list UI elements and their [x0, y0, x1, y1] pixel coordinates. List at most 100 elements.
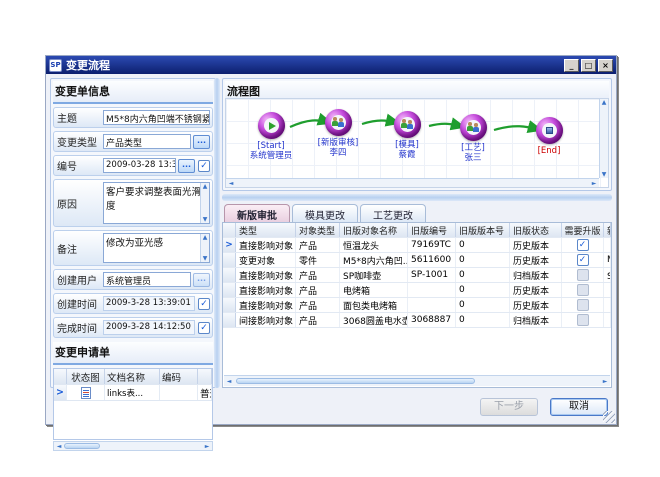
finish-time-input[interactable]: 2009-3-28 14:12:50 — [103, 320, 195, 335]
old-name-cell: M5*8内六角凹... — [340, 253, 408, 267]
grid-row[interactable]: 直接影响对象 产品 电烤箱 0 历史版本 — [223, 283, 611, 298]
task-node-icon — [394, 111, 421, 138]
vertical-splitter[interactable] — [214, 78, 220, 388]
upgrade-checkbox[interactable] — [577, 284, 589, 296]
scroll-up-icon[interactable]: ▲ — [203, 234, 208, 241]
window-body: 变更单信息 主题 M5*8内六角凹端不锈钢紧固螺钉 变更类型 产品类型 ... … — [46, 74, 616, 424]
new-name-cell — [604, 298, 611, 312]
grid-hscrollbar[interactable]: ◄ ► — [224, 375, 610, 386]
flow-node-craft[interactable]: [工艺] 张三 — [442, 114, 504, 163]
upgrade-checkbox[interactable] — [577, 269, 589, 281]
creator-browse-button[interactable]: ... — [193, 273, 210, 287]
change-type-browse-button[interactable]: ... — [193, 135, 210, 149]
scroll-up-icon[interactable]: ▲ — [600, 99, 608, 106]
upgrade-checkbox[interactable]: ✓ — [577, 254, 589, 266]
remark-label: 备注 — [56, 241, 103, 256]
change-type-input[interactable]: 产品类型 — [103, 134, 191, 149]
scroll-right-icon[interactable]: ► — [600, 378, 610, 385]
old-no-cell — [408, 298, 456, 312]
flow-node-start[interactable]: [Start] 系统管理员 — [240, 112, 302, 161]
number-input[interactable]: 2009-03-28 13:39:01 — [103, 158, 176, 173]
minimize-button[interactable]: _ — [564, 59, 579, 72]
create-time-input[interactable]: 2009-3-28 13:39:01 — [103, 296, 195, 311]
app-icon: SP — [49, 59, 62, 72]
old-no-column-header[interactable]: 旧版编号 — [408, 223, 456, 237]
number-checkbox[interactable]: ✓ — [198, 160, 210, 172]
upgrade-checkbox[interactable] — [577, 314, 589, 326]
status-icon-column-header[interactable]: 状态图 — [67, 369, 105, 384]
scroll-down-icon[interactable]: ▼ — [203, 216, 208, 223]
flow-node-review[interactable]: [新版审核] 李四 — [307, 109, 369, 158]
scroll-right-icon[interactable]: ► — [202, 443, 212, 450]
new-name-cell: SP咖 — [604, 268, 611, 282]
reason-textarea[interactable]: 客户要求调整表面光滑度 ▲▼ — [103, 182, 210, 224]
obj-type-column-header[interactable]: 对象类型 — [296, 223, 340, 237]
document-icon — [81, 387, 91, 399]
scroll-up-icon[interactable]: ▲ — [203, 183, 208, 190]
resize-grip[interactable] — [603, 411, 615, 423]
scroll-left-icon[interactable]: ◄ — [54, 443, 64, 450]
maximize-button[interactable]: □ — [581, 59, 596, 72]
subject-input[interactable]: M5*8内六角凹端不锈钢紧固螺钉 — [103, 110, 210, 125]
remark-textarea[interactable]: 修改为亚光感 ▲▼ — [103, 233, 210, 263]
tab-craft-change[interactable]: 工艺更改 — [360, 204, 426, 222]
extra-cell[interactable]: 普通 — [198, 385, 212, 400]
grid-row[interactable]: > 直接影响对象 产品 恒温龙头 79169TC 0 历史版本 ✓ — [223, 238, 611, 253]
scroll-left-icon[interactable]: ◄ — [224, 378, 234, 385]
upgrade-column-header[interactable]: 需要升版 — [562, 223, 604, 237]
request-grid-hscrollbar[interactable]: ◄ ► — [53, 441, 213, 451]
old-status-column-header[interactable]: 旧版状态 — [510, 223, 562, 237]
row-indicator — [223, 313, 236, 327]
creator-input[interactable]: 系统管理员 — [103, 272, 191, 287]
create-time-dropdown-button[interactable]: ✓ — [198, 298, 210, 310]
code-column-header[interactable]: 编码 — [160, 369, 198, 384]
scroll-right-icon[interactable]: ► — [589, 180, 599, 187]
grid-row[interactable]: 直接影响对象 产品 SP咖啡壶 SP-1001 0 归档版本 SP咖 — [223, 268, 611, 283]
cancel-button[interactable]: 取消 — [550, 398, 608, 416]
scroll-left-icon[interactable]: ◄ — [226, 180, 236, 187]
field-subject: 主题 M5*8内六角凹端不锈钢紧固螺钉 — [53, 107, 213, 128]
flow-hscrollbar[interactable]: ◄► — [226, 178, 599, 187]
tab-new-version-approval[interactable]: 新版审批 — [224, 204, 290, 222]
finish-time-dropdown-button[interactable]: ✓ — [198, 322, 210, 334]
number-browse-button[interactable]: ... — [178, 159, 195, 173]
old-status-cell: 归档版本 — [510, 268, 562, 282]
upgrade-checkbox[interactable] — [577, 299, 589, 311]
request-grid-row[interactable]: > links表... 普通 — [54, 385, 212, 401]
horizontal-splitter[interactable] — [222, 194, 612, 201]
grid-row[interactable]: 变更对象 零件 M5*8内六角凹... 5611600 0 历史版本 ✓ M5*… — [223, 253, 611, 268]
type-cell: 直接影响对象 — [236, 238, 296, 252]
flow-node-end[interactable]: [End] — [518, 117, 580, 156]
grid-row[interactable]: 间接影响对象 产品 3068圆盖电水壶 3068887 0 归档版本 — [223, 313, 611, 328]
close-button[interactable]: × — [598, 59, 613, 72]
old-status-cell: 历史版本 — [510, 253, 562, 267]
reason-label: 原因 — [56, 196, 103, 211]
scroll-down-icon[interactable]: ▼ — [600, 171, 608, 178]
task-node-icon — [460, 114, 487, 141]
scroll-down-icon[interactable]: ▼ — [203, 255, 208, 262]
type-cell: 变更对象 — [236, 253, 296, 267]
old-ver-column-header[interactable]: 旧版版本号 — [456, 223, 510, 237]
next-button[interactable]: 下一步 — [480, 398, 538, 416]
row-indicator — [223, 298, 236, 312]
reason-scrollbar[interactable]: ▲▼ — [200, 183, 209, 223]
field-remark: 备注 修改为亚光感 ▲▼ — [53, 230, 213, 266]
old-name-column-header[interactable]: 旧版对象名称 — [340, 223, 408, 237]
upgrade-checkbox[interactable]: ✓ — [577, 239, 589, 251]
grid-row[interactable]: 直接影响对象 产品 面包类电烤箱 0 历史版本 — [223, 298, 611, 313]
flow-vscrollbar[interactable]: ▲▼ — [599, 99, 608, 178]
node-user: 蔡霞 — [376, 150, 438, 160]
remark-scrollbar[interactable]: ▲▼ — [200, 234, 209, 262]
node-label: [工艺] — [442, 143, 504, 153]
tab-mold-change[interactable]: 模具更改 — [292, 204, 358, 222]
flow-node-mold[interactable]: [模具] 蔡霞 — [376, 111, 438, 160]
code-cell[interactable] — [160, 385, 198, 400]
doc-name-column-header[interactable]: 文档名称 — [105, 369, 160, 384]
scroll-thumb[interactable] — [236, 378, 475, 384]
doc-name-cell[interactable]: links表... — [105, 385, 160, 400]
flow-canvas[interactable]: [Start] 系统管理员 [新版审核] 李四 [模具] 蔡霞 — [225, 98, 609, 188]
type-column-header[interactable]: 类型 — [236, 223, 296, 237]
new-name-column-header[interactable]: 新版 — [604, 223, 611, 237]
scroll-thumb[interactable] — [64, 443, 100, 449]
title-bar[interactable]: SP 变更流程 _ □ × — [46, 56, 616, 74]
